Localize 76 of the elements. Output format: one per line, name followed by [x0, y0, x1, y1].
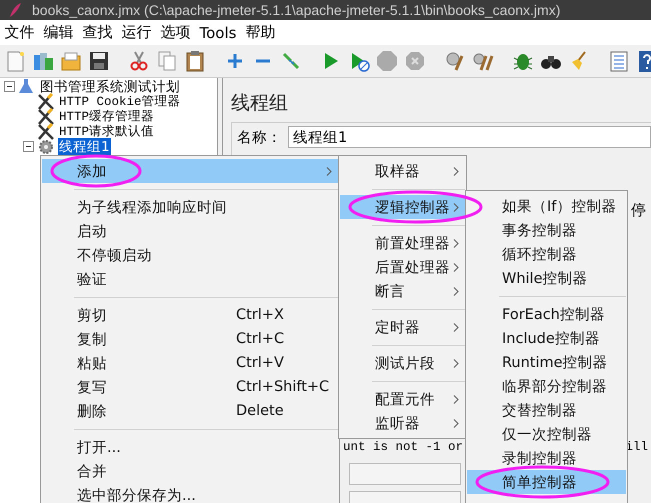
menu-item[interactable]: 打开... — [42, 435, 338, 459]
menu-item[interactable]: 取样器 — [340, 159, 465, 183]
shortcut-text: Ctrl+X — [236, 307, 284, 323]
shortcut-text: Ctrl+C — [236, 331, 284, 347]
list-icon[interactable] — [608, 50, 630, 72]
clipboard-icon[interactable] — [184, 50, 206, 72]
collapse-icon[interactable] — [4, 81, 15, 92]
menu-item[interactable]: 事务控制器 — [467, 218, 626, 242]
menu-item[interactable]: Include控制器 — [467, 326, 626, 350]
note-text: ill — [625, 440, 648, 454]
collapse-icon[interactable] — [23, 141, 34, 152]
menu-item[interactable]: 仅一次控制器 — [467, 422, 626, 446]
menu-item[interactable]: Tools — [195, 24, 241, 42]
menu-item[interactable]: 选中部分保存为... — [42, 483, 338, 503]
menu-item[interactable]: 复写 Ctrl+Shift+C — [42, 375, 338, 399]
menu-item[interactable]: 文件 — [0, 23, 39, 42]
stop-icon[interactable] — [376, 50, 398, 72]
shutdown-icon[interactable] — [404, 50, 426, 72]
menu-item[interactable]: While控制器 — [467, 266, 626, 290]
clear-icon[interactable] — [444, 50, 466, 72]
save-icon[interactable] — [88, 50, 110, 72]
menu-item[interactable]: 简单控制器 — [467, 470, 626, 494]
tree-item[interactable]: 图书管理系统测试计划 — [39, 78, 181, 96]
input-field[interactable] — [349, 463, 461, 485]
menu-item[interactable]: 复制 Ctrl+C — [42, 327, 338, 351]
name-field[interactable]: 线程组1 — [288, 126, 651, 148]
copy-icon[interactable] — [156, 50, 178, 72]
menu-item[interactable]: 粘贴 Ctrl+V — [42, 351, 338, 375]
menu-item[interactable]: 如果（If）控制器 — [467, 194, 626, 218]
menu-item[interactable]: 定时器 — [340, 315, 465, 339]
menu-item[interactable]: 录制控制器 — [467, 446, 626, 470]
menu-item[interactable]: 删除 Delete — [42, 399, 338, 423]
menu-item[interactable]: 监听器 — [340, 411, 465, 435]
field-label: 名称： — [237, 128, 282, 146]
shortcut-text: Ctrl+V — [236, 355, 284, 371]
shortcut-text: Delete — [236, 403, 284, 419]
book-stack-icon[interactable] — [32, 50, 54, 72]
menu-item[interactable]: 临界部分控制器 — [467, 374, 626, 398]
scissors-icon[interactable] — [128, 50, 150, 72]
tree-item[interactable]: HTTP缓存管理器 — [58, 108, 156, 125]
feather-icon — [8, 2, 22, 18]
menu-item[interactable]: 添加 — [42, 159, 338, 183]
menu-item[interactable]: 帮助 — [240, 23, 280, 42]
menu-item[interactable]: 逻辑控制器 — [340, 195, 465, 219]
menu-item[interactable]: Runtime控制器 — [467, 350, 626, 374]
menu-item[interactable]: 运行 — [117, 23, 156, 42]
menu-item[interactable]: 查找 — [78, 23, 117, 42]
tree-item[interactable]: HTTP Cookie管理器 — [58, 93, 182, 110]
window-title: books_caonx.jmx (C:\apache-jmeter-5.1.1\apache-jmeter-5.1.1\bin\books_caonx.jmx) — [32, 2, 560, 18]
option-label: 停 — [631, 201, 647, 220]
menu-item[interactable]: 前置处理器 — [340, 231, 465, 255]
menu-item[interactable]: 编辑 — [39, 23, 78, 42]
menu-item[interactable]: ForEach控制器 — [467, 302, 626, 326]
menu-item[interactable]: 不停顿启动 — [42, 243, 338, 267]
note-text: unt is not -1 or — [343, 440, 464, 454]
menu-item[interactable]: 交替控制器 — [467, 398, 626, 422]
menu-item[interactable]: 循环控制器 — [467, 242, 626, 266]
menu-item[interactable]: 选项 — [156, 23, 195, 42]
panel-title: 线程组 — [231, 91, 289, 116]
tools-icon — [37, 108, 55, 125]
tools-icon — [37, 93, 55, 110]
toggle-icon[interactable] — [280, 50, 302, 72]
menu-item[interactable]: 剪切 Ctrl+X — [42, 303, 338, 327]
tree-item[interactable]: HTTP请求默认值 — [58, 123, 156, 140]
menu-item[interactable]: 后置处理器 — [340, 255, 465, 279]
menu-item[interactable]: 断言 — [340, 279, 465, 303]
menu-item[interactable]: 测试片段 — [340, 351, 465, 375]
menu-item[interactable]: 合并 — [42, 459, 338, 483]
tree-item[interactable]: 线程组1 — [58, 138, 111, 156]
menu-item[interactable]: 验证 — [42, 267, 338, 291]
menu-item[interactable]: 为子线程添加响应时间 — [42, 195, 338, 219]
shortcut-text: Ctrl+Shift+C — [236, 379, 330, 395]
folder-icon[interactable] — [60, 50, 82, 72]
menu-item[interactable]: 启动 — [42, 219, 338, 243]
tools-icon — [37, 123, 55, 140]
menu-item[interactable]: 配置元件 — [340, 387, 465, 411]
